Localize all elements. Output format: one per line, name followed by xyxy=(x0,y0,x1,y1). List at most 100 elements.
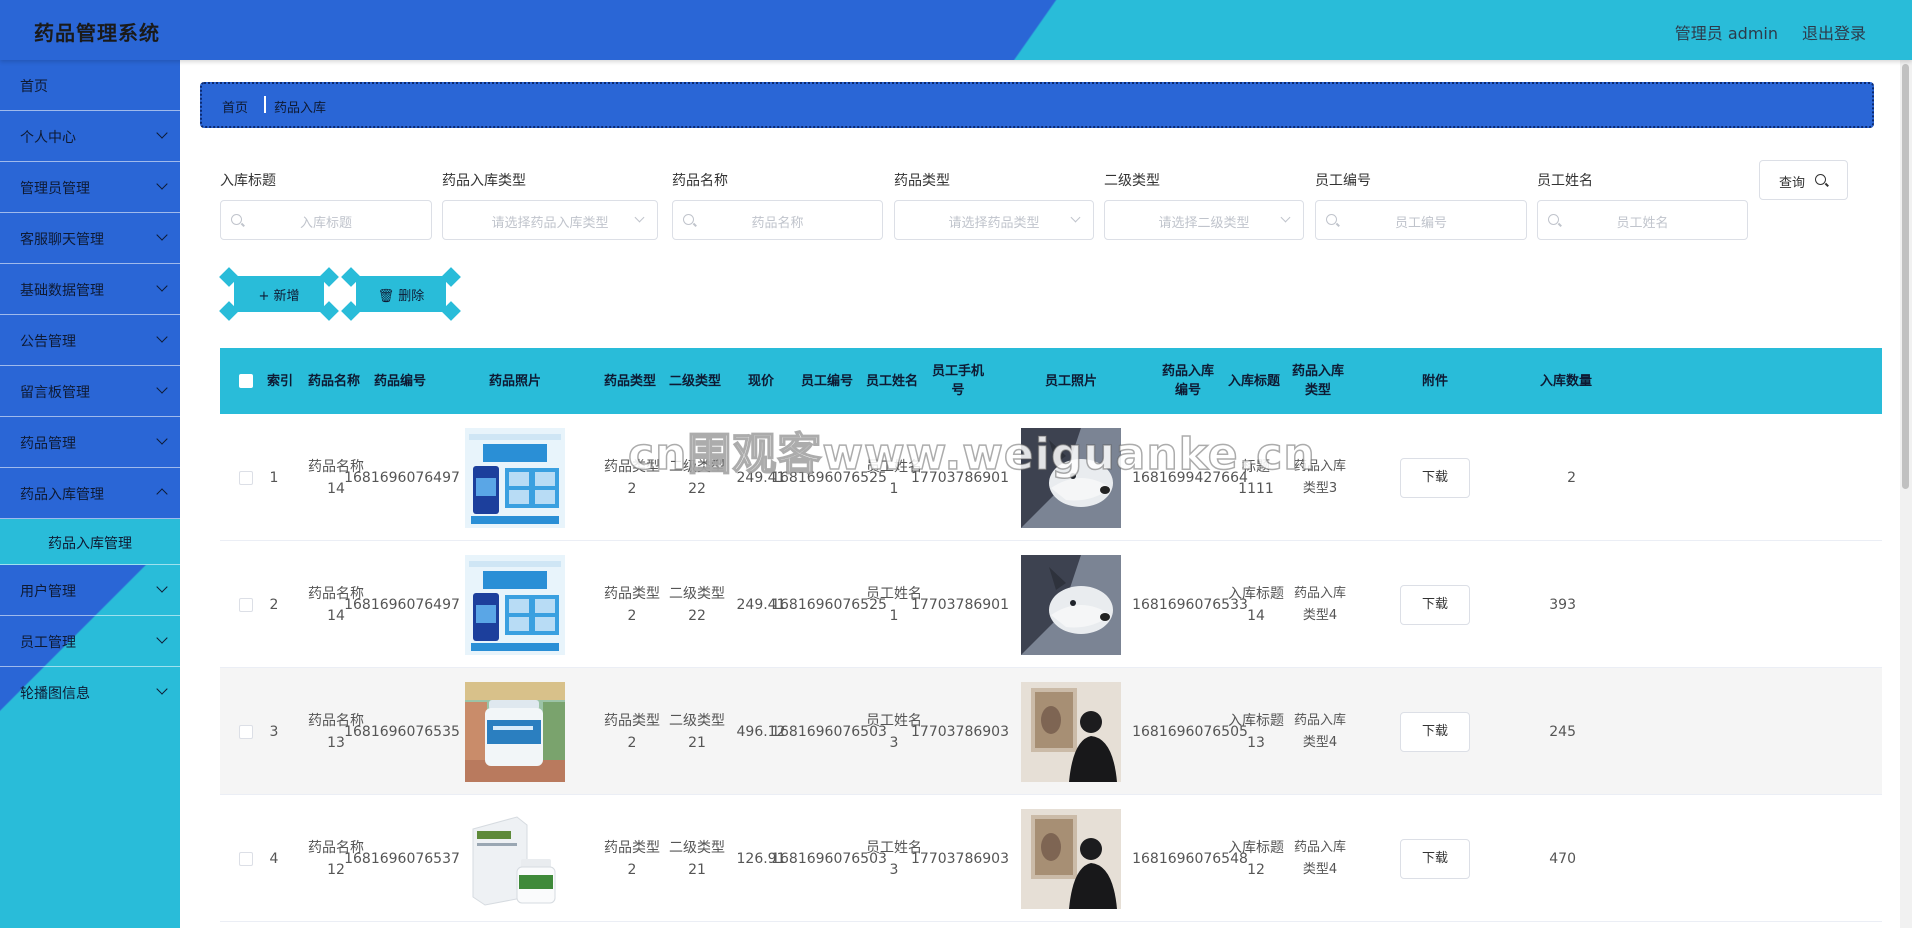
chevron-down-icon xyxy=(156,683,168,695)
logout-link[interactable]: 退出登录 xyxy=(1802,20,1866,44)
vertical-scrollbar[interactable] xyxy=(1900,60,1912,928)
corner-decoration xyxy=(441,301,461,321)
sidebar-item-label: 药品入库管理 xyxy=(20,487,104,503)
chevron-down-icon xyxy=(156,382,168,394)
drug-photo xyxy=(465,668,565,795)
sidebar-item-chat[interactable]: 客服聊天管理 xyxy=(0,213,180,264)
corner-decoration xyxy=(219,301,239,321)
add-button[interactable]: + 新增 xyxy=(219,267,339,321)
drug-type-select[interactable]: 请选择药品类型 xyxy=(894,200,1094,240)
cell-stockin-type: 药品入库类型3 xyxy=(1293,458,1346,496)
cell-index: 2 xyxy=(269,596,279,613)
placeholder: 药品名称 xyxy=(751,216,804,231)
top-header: 药品管理系统 管理员 admin 退出登录 xyxy=(0,0,1912,60)
sidebar-item-drugs[interactable]: 药品管理 xyxy=(0,417,180,468)
column-header: 药品入库类型 xyxy=(1291,364,1344,398)
search-icon xyxy=(1815,174,1826,185)
employee-photo xyxy=(1021,795,1121,922)
breadcrumb: 首页 药品入库 xyxy=(200,82,1874,128)
table-row[interactable]: 3 药品名称13 1681696076535 药品类型2 二级类型21 496.… xyxy=(220,668,1882,795)
sidebar-item-label: 用户管理 xyxy=(20,584,76,600)
download-button[interactable]: 下载 xyxy=(1400,457,1470,498)
row-checkbox[interactable] xyxy=(239,597,253,612)
column-header: 二级类型 xyxy=(668,373,721,389)
employee-no-input[interactable]: 员工编号 xyxy=(1315,200,1527,240)
cell-sub-type: 二级类型22 xyxy=(669,585,725,624)
stockin-type-select[interactable]: 请选择药品入库类型 xyxy=(442,200,658,240)
chevron-down-icon xyxy=(156,280,168,292)
query-label: 查询 xyxy=(1779,176,1806,191)
cell-quantity: 470 xyxy=(1549,850,1576,867)
cell-drug-code: 1681696076535 xyxy=(344,723,460,740)
cell-phone: 17703786901 xyxy=(911,469,1009,486)
current-user: 管理员 admin xyxy=(1674,24,1778,43)
table-row[interactable]: 4 药品名称12 1681696076537 药品类型2 二级类型21 126.… xyxy=(220,795,1882,922)
cell-index: 4 xyxy=(269,850,279,867)
cell-phone: 17703786903 xyxy=(911,850,1009,867)
column-header: 附件 xyxy=(1421,373,1448,389)
employee-photo xyxy=(1021,668,1121,795)
cell-employee-no: 1681696076525 xyxy=(771,469,887,486)
select-all-checkbox[interactable] xyxy=(239,374,253,388)
placeholder: 请选择药品入库类型 xyxy=(491,216,609,231)
download-button[interactable]: 下载 xyxy=(1400,838,1470,879)
employee-name-input[interactable]: 员工姓名 xyxy=(1537,200,1748,240)
delete-button-label: 🗑 删除 xyxy=(377,289,425,304)
column-header: 员工照片 xyxy=(1044,373,1097,389)
sidebar-item-admin[interactable]: 管理员管理 xyxy=(0,162,180,213)
delete-button[interactable]: 🗑 删除 xyxy=(341,267,461,321)
sidebar-item-profile[interactable]: 个人中心 xyxy=(0,111,180,162)
sidebar-item-notice[interactable]: 公告管理 xyxy=(0,315,180,366)
cell-drug-type: 药品类型2 xyxy=(604,585,660,624)
corner-decoration xyxy=(319,267,339,287)
cell-index: 3 xyxy=(269,723,279,740)
corner-decoration xyxy=(341,267,361,287)
column-header: 药品编号 xyxy=(373,373,426,389)
breadcrumb-home[interactable]: 首页 xyxy=(222,97,248,116)
chevron-down-icon xyxy=(156,632,168,644)
cell-drug-type: 药品类型2 xyxy=(604,839,660,878)
sidebar-item-label: 个人中心 xyxy=(20,130,76,146)
column-header: 员工编号 xyxy=(800,373,853,389)
submenu-item-drug-stockin[interactable]: 药品入库管理 xyxy=(0,519,180,565)
placeholder: 员工编号 xyxy=(1394,216,1447,231)
sidebar-item-label: 首页 xyxy=(20,79,48,95)
cell-sub-type: 二级类型21 xyxy=(669,839,725,878)
sidebar-item-label: 基础数据管理 xyxy=(20,283,104,299)
sidebar-item-home[interactable]: 首页 xyxy=(0,60,180,111)
cell-quantity: 393 xyxy=(1549,596,1576,613)
sidebar-item-users[interactable]: 用户管理 xyxy=(0,565,180,616)
sidebar-item-basedata[interactable]: 基础数据管理 xyxy=(0,264,180,315)
sidebar-item-carousel[interactable]: 轮播图信息 xyxy=(0,667,180,718)
sidebar-item-messages[interactable]: 留言板管理 xyxy=(0,366,180,417)
app-title: 药品管理系统 xyxy=(34,21,160,45)
sidebar-item-drug-stockin[interactable]: 药品入库管理 xyxy=(0,468,180,519)
row-checkbox[interactable] xyxy=(239,724,253,739)
download-button[interactable]: 下载 xyxy=(1400,711,1470,752)
drug-photo xyxy=(465,795,565,922)
cell-employee-no: 1681696076503 xyxy=(771,723,887,740)
submenu-item-label: 药品入库管理 xyxy=(48,536,132,552)
stockin-title-input[interactable]: 入库标题 xyxy=(220,200,432,240)
cell-drug-type: 药品类型2 xyxy=(604,712,660,751)
cell-phone: 17703786903 xyxy=(911,723,1009,740)
placeholder: 请选择药品类型 xyxy=(948,216,1040,231)
sidebar-item-label: 公告管理 xyxy=(20,334,76,350)
breadcrumb-separator xyxy=(264,96,266,113)
table-row[interactable]: 2 药品名称14 1681696076497 药品类型2 二级类型22 249.… xyxy=(220,541,1882,668)
cell-index: 1 xyxy=(269,469,279,486)
corner-decoration xyxy=(341,301,361,321)
corner-decoration xyxy=(219,267,239,287)
cell-drug-type: 药品类型2 xyxy=(604,458,660,497)
placeholder: 员工姓名 xyxy=(1616,216,1669,231)
scrollbar-thumb[interactable] xyxy=(1902,64,1909,489)
row-checkbox[interactable] xyxy=(239,470,253,485)
row-checkbox[interactable] xyxy=(239,851,253,866)
table-row[interactable]: 1 药品名称14 1681696076497 药品类型2 二级类型22 249.… xyxy=(220,414,1882,541)
sidebar-item-employees[interactable]: 员工管理 xyxy=(0,616,180,667)
query-button[interactable]: 查询 xyxy=(1759,160,1848,200)
sub-type-select[interactable]: 请选择二级类型 xyxy=(1104,200,1304,240)
drug-name-input[interactable]: 药品名称 xyxy=(672,200,883,240)
download-button[interactable]: 下载 xyxy=(1400,584,1470,625)
chevron-up-icon xyxy=(156,488,168,500)
